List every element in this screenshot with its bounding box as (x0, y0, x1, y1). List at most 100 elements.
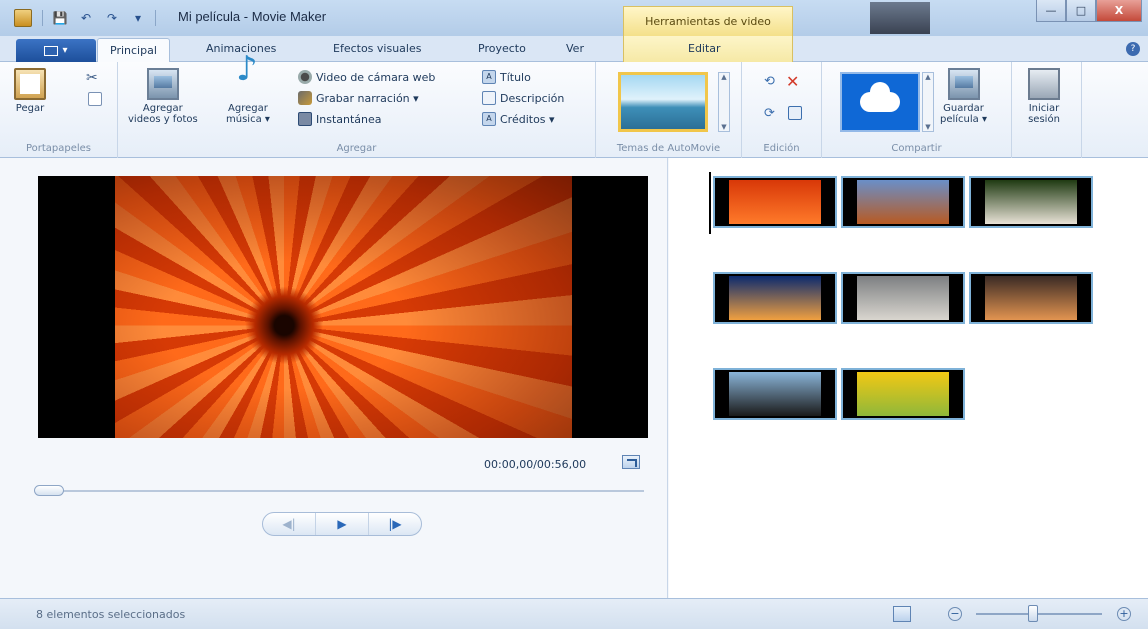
previous-frame-button[interactable]: ◀| (263, 513, 316, 535)
add-music-label-1: Agregar (228, 103, 268, 114)
share-gallery-scroll[interactable]: ▲ ▼ (922, 72, 934, 132)
webcam-icon (298, 70, 312, 84)
zoom-in-button[interactable]: + (1117, 607, 1131, 621)
caption-icon (482, 91, 496, 105)
scissors-icon: ✂ (86, 70, 98, 86)
clip-thumbnail (729, 372, 821, 416)
save-icon[interactable]: 💾 (51, 9, 69, 27)
transport-controls: ◀| ▶ |▶ (262, 512, 422, 536)
storyboard-clip-hydrangea[interactable] (969, 176, 1093, 228)
automovie-theme-thumbnail[interactable] (618, 72, 708, 132)
thumbnail-size-icon[interactable] (893, 606, 911, 622)
main-area: 00:00,00/00:56,00 ◀| ▶ |▶ (0, 158, 1148, 598)
group-label-temas: Temas de AutoMovie (616, 143, 721, 154)
credits-button[interactable]: A Créditos ▾ (482, 112, 555, 126)
group-edicion: ⟲ ✕ ⟳ Edición (742, 62, 822, 158)
chevron-up-icon: ▲ (925, 73, 931, 81)
storyboard-clip-desert[interactable] (841, 176, 965, 228)
group-portapapeles: Pegar ✂ Portapapeles (0, 62, 118, 158)
seek-track[interactable] (38, 490, 644, 492)
credits-label: Créditos ▾ (500, 112, 555, 126)
zoom-slider-track[interactable] (976, 613, 1102, 615)
copy-button[interactable] (88, 92, 102, 106)
zoom-slider-thumb[interactable] (1027, 605, 1038, 622)
storyboard-clip-jellyfish[interactable] (713, 272, 837, 324)
add-videos-photos-button[interactable]: Agregar videos y fotos (128, 68, 198, 125)
snapshot-icon (298, 112, 312, 126)
webcam-video-button[interactable]: Video de cámara web (298, 70, 435, 84)
add-music-button[interactable]: Agregar música ▾ (226, 64, 270, 125)
sign-in-label-1: Iniciar (1028, 103, 1060, 114)
ribbon-tabs: ▾ Principal Animaciones Efectos visuales… (0, 36, 1148, 63)
clip-thumbnail (857, 372, 949, 416)
next-frame-button[interactable]: |▶ (369, 513, 421, 535)
qat-separator (155, 10, 156, 26)
help-icon[interactable]: ? (1126, 42, 1140, 56)
save-movie-button[interactable]: Guardar película ▾ (940, 68, 987, 125)
add-music-label-2: música ▾ (226, 114, 270, 125)
rotate-right-button[interactable]: ⟳ (764, 106, 775, 121)
group-label-edicion: Edición (763, 143, 800, 154)
microphone-icon (298, 91, 312, 105)
storyboard-clip-penguins[interactable] (713, 368, 837, 420)
seek-thumb[interactable] (34, 485, 64, 496)
onedrive-share-button[interactable] (840, 72, 920, 132)
zoom-out-button[interactable]: − (948, 607, 962, 621)
video-preview[interactable] (38, 176, 648, 438)
record-narration-button[interactable]: Grabar narración ▾ (298, 91, 419, 105)
cloud-icon (860, 82, 900, 112)
tab-principal[interactable]: Principal (97, 38, 170, 63)
fullscreen-button[interactable] (622, 455, 640, 469)
group-label-compartir: Compartir (891, 143, 942, 154)
music-note-icon (232, 64, 264, 100)
maximize-button[interactable]: □ (1066, 0, 1096, 22)
storyboard-clip-koala[interactable] (841, 272, 965, 324)
snapshot-button[interactable]: Instantánea (298, 112, 382, 126)
rotate-left-button[interactable]: ⟲ (764, 74, 775, 89)
add-videos-label-2: videos y fotos (128, 114, 198, 125)
photos-icon (146, 68, 179, 100)
close-button[interactable]: X (1096, 0, 1142, 22)
clip-thumbnail (985, 180, 1077, 224)
theme-gallery-scroll[interactable]: ▲ ▼ (718, 72, 730, 132)
status-bar: 8 elementos seleccionados − + (0, 598, 1148, 629)
time-display: 00:00,00/00:56,00 (484, 458, 587, 471)
clip-thumbnail (857, 180, 949, 224)
cut-button[interactable]: ✂ (86, 70, 98, 86)
app-icon[interactable] (14, 9, 32, 27)
clip-thumbnail (729, 276, 821, 320)
paste-label: Pegar (15, 103, 45, 114)
select-all-button[interactable] (788, 106, 802, 120)
file-menu-button[interactable]: ▾ (16, 39, 96, 62)
title-button[interactable]: A Título (482, 70, 531, 84)
delete-button[interactable]: ✕ (786, 72, 799, 91)
sign-in-button[interactable]: Iniciar sesión (1028, 68, 1060, 125)
storyboard-clip-lighthouse[interactable] (969, 272, 1093, 324)
undo-icon[interactable]: ↶ (77, 9, 95, 27)
qat-dropdown-icon[interactable]: ▾ (129, 9, 147, 27)
tab-editar[interactable]: Editar (688, 42, 721, 55)
title-icon: A (482, 70, 496, 84)
clip-thumbnail (857, 276, 949, 320)
save-movie-label-2: película ▾ (940, 114, 987, 125)
storyboard-clip-flower-orange[interactable] (713, 176, 837, 228)
play-button[interactable]: ▶ (316, 513, 369, 535)
window-title: Mi película - Movie Maker (178, 9, 327, 24)
redo-icon[interactable]: ↷ (103, 9, 121, 27)
quick-access-toolbar: 💾 ↶ ↷ ▾ (42, 8, 156, 28)
rotate-left-icon: ⟲ (764, 74, 775, 89)
caption-button[interactable]: Descripción (482, 91, 564, 105)
minimize-button[interactable]: — (1036, 0, 1066, 22)
paste-button[interactable]: Pegar (14, 68, 46, 114)
webcam-label: Video de cámara web (316, 70, 436, 84)
caption-label: Descripción (500, 91, 565, 105)
chevron-down-icon: ▼ (925, 123, 931, 131)
storyboard (669, 158, 1148, 598)
rotate-right-icon: ⟳ (764, 106, 775, 121)
tab-ver[interactable]: Ver (566, 42, 584, 55)
file-menu-arrow: ▾ (62, 45, 68, 56)
tab-efectos-visuales[interactable]: Efectos visuales (333, 42, 421, 55)
storyboard-clip-tulips[interactable] (841, 368, 965, 420)
clip-thumbnail (729, 180, 821, 224)
tab-proyecto[interactable]: Proyecto (478, 42, 526, 55)
